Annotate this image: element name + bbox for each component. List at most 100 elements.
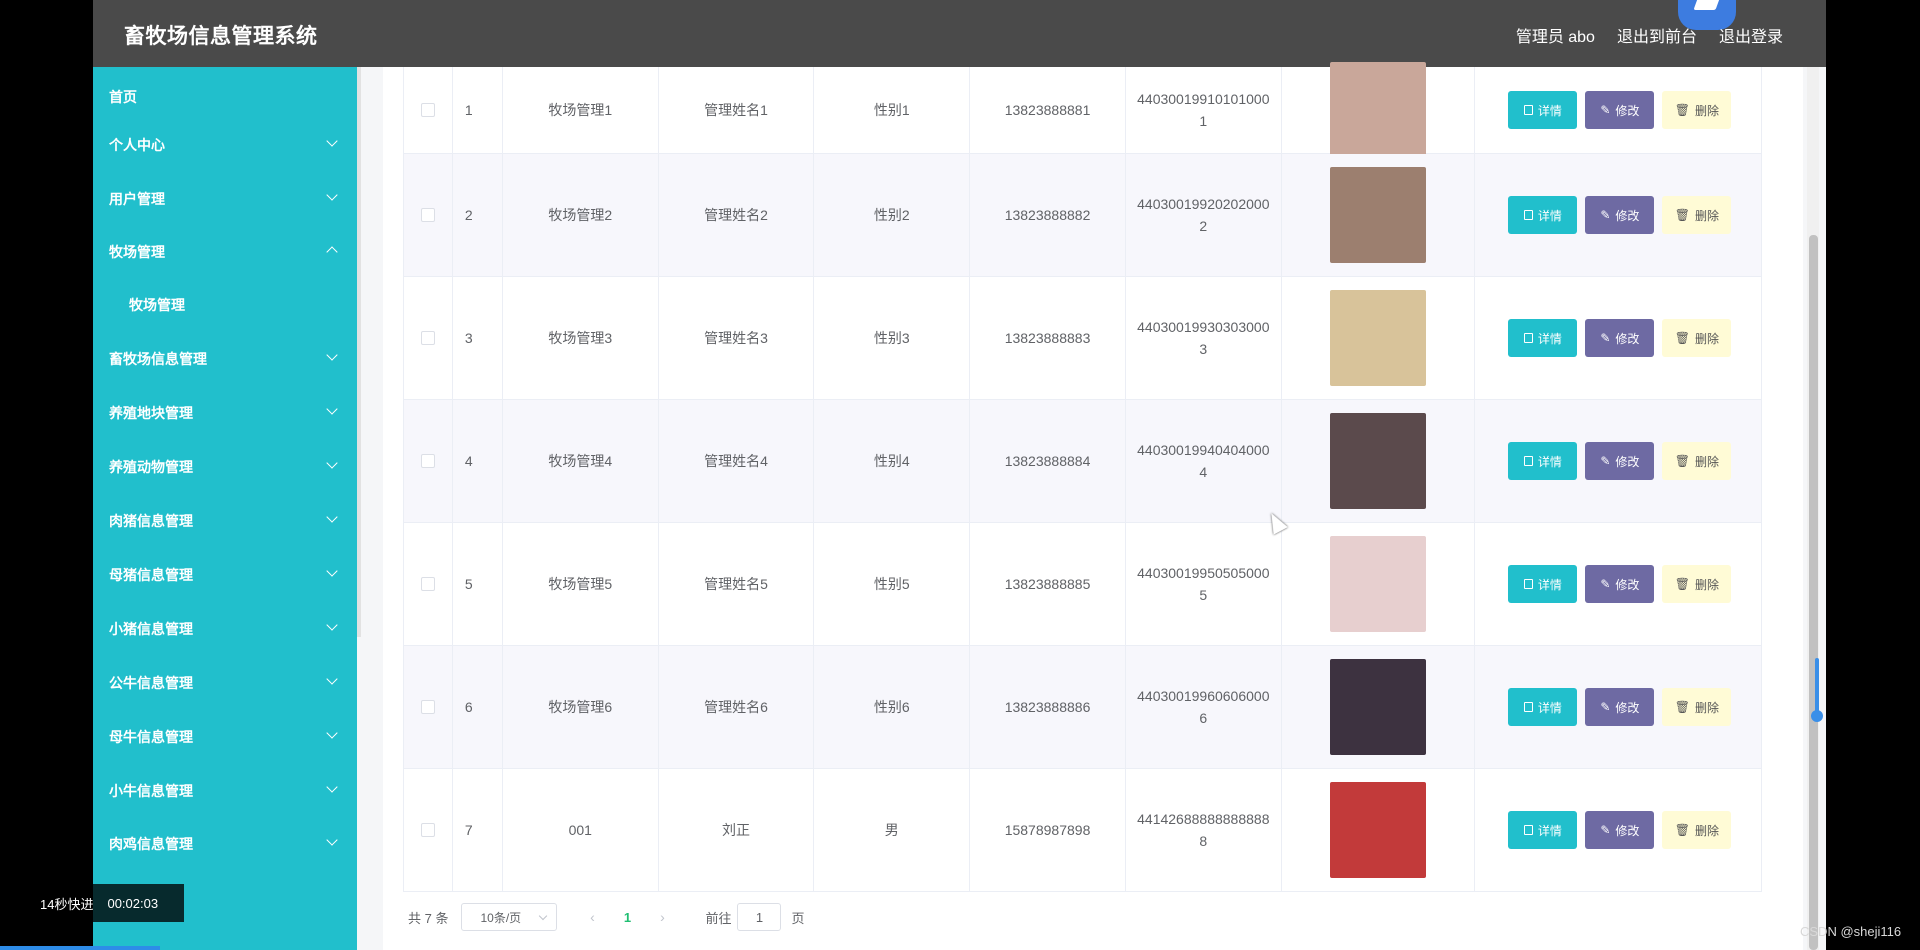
chevron-down-icon — [326, 565, 338, 577]
manager-name-cell: 管理姓名1 — [659, 67, 815, 153]
page-scrollbar-thumb[interactable] — [1809, 235, 1818, 950]
delete-button[interactable]: 🗑 删除 — [1662, 91, 1732, 129]
detail-button[interactable]: 详情 — [1508, 442, 1578, 480]
sidebar-item[interactable]: 养殖动物管理 — [93, 445, 357, 489]
sidebar-item[interactable]: 牧场管理 — [93, 283, 357, 327]
edit-button[interactable]: ✎ 修改 — [1585, 688, 1655, 726]
sidebar-item[interactable]: 牧场管理 — [93, 230, 357, 274]
row-select-cell — [404, 769, 453, 891]
detail-button[interactable]: 详情 — [1508, 811, 1578, 849]
row-checkbox[interactable] — [420, 700, 435, 714]
chevron-down-icon — [326, 189, 338, 201]
edit-button[interactable]: ✎ 修改 — [1585, 811, 1655, 849]
delete-button[interactable]: 🗑 删除 — [1662, 688, 1732, 726]
phone-cell: 13823888881 — [970, 67, 1126, 153]
id-number-cell: 441426888888888888 — [1126, 769, 1282, 891]
sidebar-item-label: 母牛信息管理 — [109, 729, 193, 745]
trash-icon: 🗑 — [1674, 823, 1691, 837]
player-volume-knob[interactable] — [1811, 710, 1823, 722]
sidebar-item[interactable]: 小猪信息管理 — [93, 607, 357, 651]
delete-label: 删除 — [1695, 331, 1720, 346]
table-row: 5 牧场管理5 管理姓名5 性别5 13823888885 440300199505050… — [404, 523, 1761, 646]
pencil-icon: ✎ — [1600, 331, 1611, 345]
chevron-down-icon — [326, 135, 338, 147]
sidebar-item[interactable]: 用户管理 — [93, 177, 357, 221]
detail-button[interactable]: 详情 — [1508, 565, 1578, 603]
exit-to-front-link[interactable]: 退出到前台 — [1617, 23, 1697, 47]
detail-button[interactable]: 详情 — [1508, 196, 1578, 234]
avatar[interactable] — [1330, 290, 1427, 386]
avatar[interactable] — [1330, 659, 1427, 755]
next-page-button[interactable]: › — [647, 909, 677, 925]
pencil-icon: ✎ — [1600, 454, 1611, 468]
main-content: 1 牧场管理1 管理姓名1 性别1 13823888881 440300199101010… — [383, 62, 1803, 950]
sidebar-item[interactable]: 母猪信息管理 — [93, 553, 357, 597]
edit-button[interactable]: ✎ 修改 — [1585, 565, 1655, 603]
sidebar-item[interactable]: 养殖地块管理 — [93, 391, 357, 435]
avatar[interactable] — [1330, 62, 1427, 158]
avatar[interactable] — [1330, 782, 1427, 878]
sidebar-scrollbar[interactable] — [357, 67, 361, 637]
delete-button[interactable]: 🗑 删除 — [1662, 319, 1732, 357]
index-cell: 4 — [453, 400, 503, 522]
detail-button[interactable]: 详情 — [1508, 91, 1578, 129]
row-checkbox[interactable] — [420, 208, 435, 222]
pencil-icon: ✎ — [1600, 823, 1611, 837]
id-number-cell: 440300199303030003 — [1126, 277, 1282, 399]
row-checkbox[interactable] — [420, 454, 435, 468]
edit-button[interactable]: ✎ 修改 — [1585, 442, 1655, 480]
row-checkbox[interactable] — [420, 331, 435, 345]
page-scrollbar[interactable] — [1807, 67, 1819, 950]
delete-button[interactable]: 🗑 删除 — [1662, 442, 1732, 480]
edit-button[interactable]: ✎ 修改 — [1585, 91, 1655, 129]
sidebar-item[interactable]: 肉鸡信息管理 — [93, 822, 357, 866]
page-size-value: 10条/页 — [480, 910, 522, 925]
delete-label: 删除 — [1695, 577, 1720, 592]
ranch-name-cell: 牧场管理5 — [503, 523, 659, 645]
document-icon — [1523, 702, 1533, 712]
table-row: 2 牧场管理2 管理姓名2 性别2 13823888882 440300199202020… — [404, 154, 1761, 277]
page-size-select[interactable]: 10条/页 — [461, 903, 558, 931]
goto-page-input[interactable] — [737, 903, 782, 931]
avatar[interactable] — [1330, 167, 1427, 263]
sidebar-item-label: 养殖地块管理 — [109, 405, 193, 421]
manager-name-cell: 管理姓名5 — [659, 523, 815, 645]
detail-button[interactable]: 详情 — [1508, 319, 1578, 357]
sidebar-item[interactable]: 小牛信息管理 — [93, 769, 357, 813]
delete-button[interactable]: 🗑 删除 — [1662, 196, 1732, 234]
sidebar-item[interactable]: 畜牧场信息管理 — [93, 337, 357, 381]
sidebar-item[interactable]: 首页 — [93, 75, 357, 119]
sidebar-item[interactable]: 个人中心 — [93, 123, 357, 167]
delete-label: 删除 — [1695, 823, 1720, 838]
video-progress-bar[interactable] — [0, 946, 160, 950]
page-number-current[interactable]: 1 — [617, 910, 637, 925]
phone-cell: 13823888883 — [970, 277, 1126, 399]
detail-label: 详情 — [1537, 331, 1562, 346]
table-row: 6 牧场管理6 管理姓名6 性别6 13823888886 440300199606060… — [404, 646, 1761, 769]
chevron-down-icon — [539, 911, 548, 921]
row-checkbox[interactable] — [420, 823, 435, 837]
prev-page-button[interactable]: ‹ — [577, 909, 607, 925]
logout-link[interactable]: 退出登录 — [1719, 23, 1783, 47]
delete-button[interactable]: 🗑 删除 — [1662, 811, 1732, 849]
row-checkbox[interactable] — [420, 103, 435, 117]
sidebar-item[interactable]: 肉猪信息管理 — [93, 499, 357, 543]
delete-button[interactable]: 🗑 删除 — [1662, 565, 1732, 603]
app-window: 畜牧场信息管理系统 管理员 abo 退出到前台 退出登录 首页 个人中心 用户管理牧… — [93, 0, 1826, 950]
player-volume-bar[interactable] — [1815, 658, 1819, 718]
sidebar-item[interactable]: 母牛信息管理 — [93, 715, 357, 759]
trash-icon: 🗑 — [1674, 103, 1691, 117]
index-cell: 1 — [453, 67, 503, 153]
gender-cell: 性别4 — [814, 400, 971, 522]
detail-button[interactable]: 详情 — [1508, 688, 1578, 726]
avatar[interactable] — [1330, 536, 1427, 632]
ranch-name-cell: 牧场管理2 — [503, 154, 659, 276]
edit-button[interactable]: ✎ 修改 — [1585, 319, 1655, 357]
row-checkbox[interactable] — [420, 577, 435, 591]
sidebar-item[interactable]: 公牛信息管理 — [93, 661, 357, 705]
avatar[interactable] — [1330, 413, 1427, 509]
edit-button[interactable]: ✎ 修改 — [1585, 196, 1655, 234]
ranch-name-cell: 001 — [503, 769, 659, 891]
chevron-down-icon — [326, 403, 338, 415]
chevron-down-icon — [326, 673, 338, 685]
